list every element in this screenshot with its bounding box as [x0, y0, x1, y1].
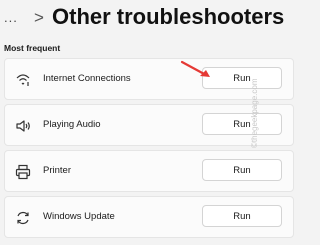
page-title: Other troubleshooters: [52, 4, 285, 29]
run-button-playing-audio[interactable]: Run: [202, 113, 282, 135]
breadcrumb-separator: >: [34, 8, 44, 27]
run-button-printer[interactable]: Run: [202, 159, 282, 181]
speaker-icon: [16, 120, 30, 132]
wifi-icon: [16, 74, 30, 86]
run-button-windows-update[interactable]: Run: [202, 205, 282, 227]
troubleshooter-label: Printer: [43, 165, 71, 176]
troubleshooter-printer: Printer Run: [4, 150, 294, 192]
troubleshooter-windows-update: Windows Update Run: [4, 196, 294, 238]
annotation-arrow-icon: [180, 60, 210, 77]
watermark: ©thegeekpage.com: [250, 78, 259, 149]
troubleshooter-label: Playing Audio: [43, 119, 101, 130]
breadcrumb-overflow[interactable]: ...: [4, 10, 18, 25]
refresh-icon: [17, 211, 29, 225]
troubleshooter-label: Windows Update: [43, 211, 115, 222]
troubleshooter-label: Internet Connections: [43, 73, 131, 84]
printer-icon: [15, 164, 31, 180]
section-title: Most frequent: [4, 43, 61, 53]
page-header: ... > Other troubleshooters: [0, 0, 300, 38]
